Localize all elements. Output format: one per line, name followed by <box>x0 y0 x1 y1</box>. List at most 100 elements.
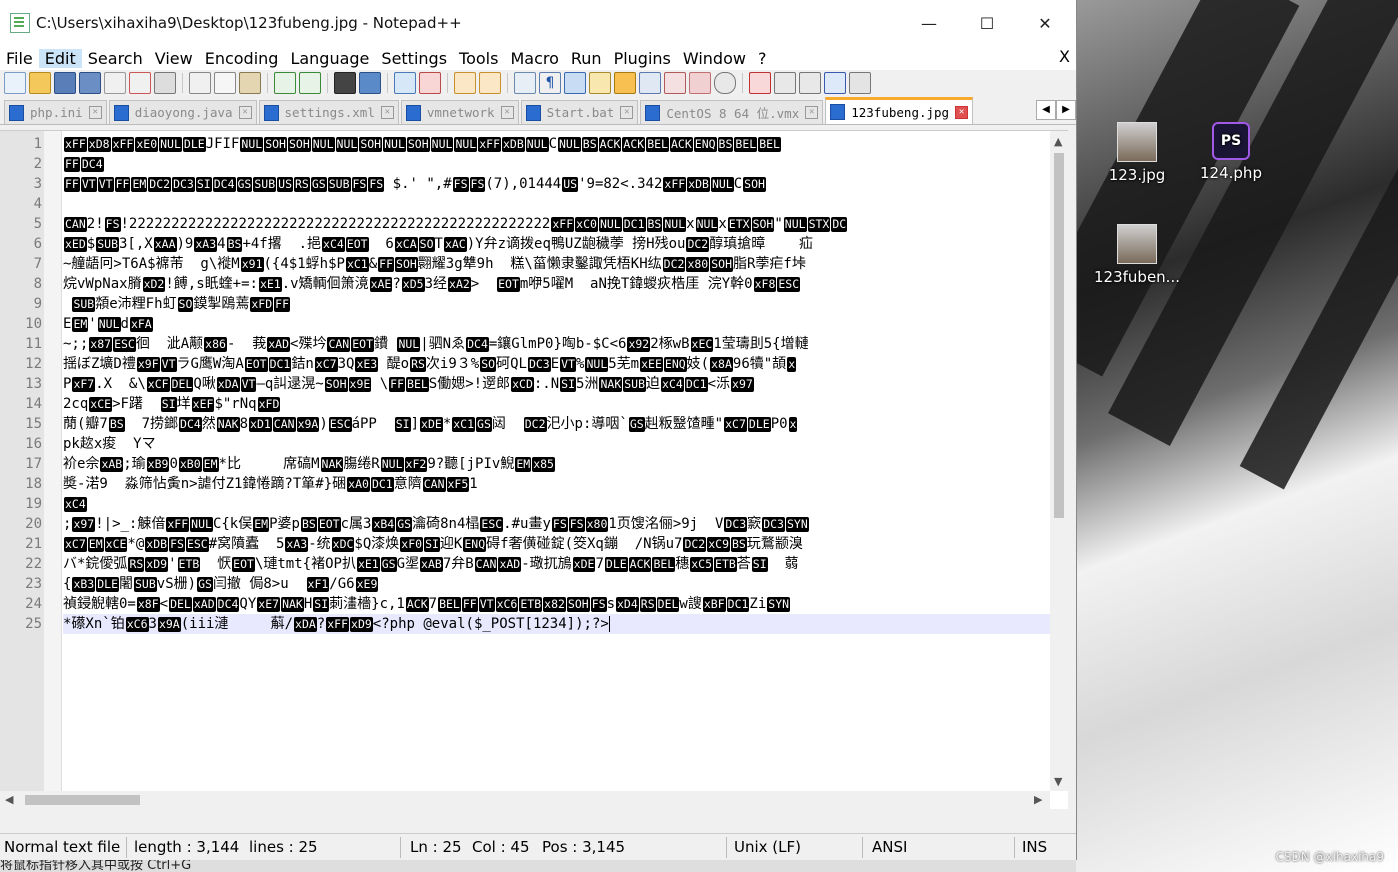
code-line[interactable]: 衸e佘 xAB;瑜 xB90 xB0 EM*比 席碻M NAK膓绻R NUL xF29?聽[j… <box>63 454 1050 474</box>
tab-close-icon[interactable]: ✕ <box>500 106 514 119</box>
desktop-icon-123jpg[interactable]: 123.jpg <box>1092 122 1182 184</box>
record-macro-icon[interactable] <box>749 72 771 94</box>
save-macro-icon[interactable] <box>849 72 871 94</box>
folder-as-workspace-icon[interactable] <box>664 72 686 94</box>
tab-scroll-left-icon[interactable]: ◀ <box>1036 100 1056 120</box>
code-line[interactable]: xC7 EM xCE*@ xDB FS ESC#窝隫蠹 5 xA3-统 xDC$Q漆焕 xF0 S… <box>63 534 1050 554</box>
run-macro-multiple-icon[interactable] <box>824 72 846 94</box>
tab-close-icon[interactable]: ✕ <box>620 106 634 119</box>
code-line[interactable]: 2cq xCE>F躇 SI垟 xEF$"rNq xFD <box>63 394 1050 414</box>
code-line[interactable]: {xB3 DLE闍 SUBvS栅) GS闫撤 侷8>u xF1/G6 xE9 <box>63 574 1050 594</box>
zoom-in-icon[interactable] <box>394 72 416 94</box>
redo-icon[interactable] <box>299 72 321 94</box>
code-line[interactable]: 揺ぼZ壙D禮 x9F VTラG鹰W淘A EOT DC1銡n xC73Q xE3 醍o RS次i… <box>63 354 1050 374</box>
code-line[interactable]: 禎鋟觬轄0= x8F< DEL xAD DC4QY xE7 NAKH SI莿澅檣}c,1 ACK… <box>63 594 1050 614</box>
tab-close-icon[interactable]: ✕ <box>238 106 252 119</box>
horizontal-scroll-thumb[interactable] <box>25 795 140 805</box>
print-icon[interactable] <box>154 72 176 94</box>
status-insert-mode[interactable]: INS <box>1022 838 1047 856</box>
scroll-up-icon[interactable]: ▲ <box>1054 135 1062 148</box>
code-line[interactable]: ~艟龉冋>T6A$褯芾 g\褷M x91({4$1蜉h$P xC1& FF SOH翾耀3… <box>63 254 1050 274</box>
menu-help[interactable]: ? <box>752 49 773 68</box>
tab-123fubeng-jpg[interactable]: 123fubeng.jpg ✕ <box>825 97 974 124</box>
indent-guide-icon[interactable] <box>564 72 586 94</box>
paste-icon[interactable] <box>239 72 261 94</box>
menu-file[interactable]: File <box>0 49 39 68</box>
tab-vmnetwork[interactable]: vmnetwork ✕ <box>400 100 519 124</box>
vertical-scroll-thumb[interactable] <box>1054 153 1064 518</box>
cut-icon[interactable] <box>189 72 211 94</box>
desktop-icon-123fubeng[interactable]: 123fuben... <box>1092 224 1182 286</box>
undo-icon[interactable] <box>274 72 296 94</box>
code-line[interactable]: バ*鋎僾弧 RS xD9' ETB 恹 EOT\璉tmt{褚OP扒 xE1 GSG埿 xAB7… <box>63 554 1050 574</box>
menu-run[interactable]: Run <box>565 49 608 68</box>
vertical-scrollbar[interactable]: ▲ ▼ <box>1050 131 1068 791</box>
code-line[interactable]: pk趑x痠 Yマ <box>63 434 1050 454</box>
menu-view[interactable]: View <box>149 49 199 68</box>
tab-close-icon[interactable]: ✕ <box>955 105 969 119</box>
code-line[interactable]: FF DC4 <box>63 154 1050 174</box>
close-all-icon[interactable] <box>129 72 151 94</box>
tab-close-icon[interactable]: ✕ <box>88 106 102 119</box>
menu-macro[interactable]: Macro <box>504 49 564 68</box>
editor-lines[interactable]: 1 xFF xD8 xFF xE0 NUL DLEJFIF NUL SOH SOH NUL NUL SO… <box>0 131 1050 791</box>
show-all-chars-icon[interactable]: ¶ <box>539 72 561 94</box>
menu-window[interactable]: Window <box>677 49 752 68</box>
play-macro-icon[interactable] <box>799 72 821 94</box>
menu-settings[interactable]: Settings <box>375 49 453 68</box>
code-line[interactable]: *礤Xn`铂 xC63 x9A(iii漣 蔛/xDA? xFF xD9<?php @ev… <box>63 614 1050 634</box>
scroll-down-icon[interactable]: ▼ <box>1054 775 1062 788</box>
menu-edit[interactable]: Edit <box>38 48 82 68</box>
save-icon[interactable] <box>54 72 76 94</box>
code-line[interactable]: PxF7.X &\ xCF DELQ啾 xDA VT—q訆逯滉~ SOH x9E \ FF BE… <box>63 374 1050 394</box>
code-line[interactable]: xFF xD8 xFF xE0 NUL DLEJFIF NUL SOH SOH NUL NUL SOH… <box>63 134 1050 154</box>
scroll-right-icon[interactable]: ▶ <box>1034 793 1042 806</box>
text-editor[interactable]: 1 xFF xD8 xFF xE0 NUL DLEJFIF NUL SOH SOH NUL NUL SO… <box>0 130 1068 809</box>
stop-macro-icon[interactable] <box>774 72 796 94</box>
code-line[interactable]: SUB頮e沛粴Fh虰 SO鏌掣鴎蔫 xFD FF <box>63 294 1050 314</box>
open-file-icon[interactable] <box>29 72 51 94</box>
close-document-icon[interactable]: X <box>1059 47 1070 66</box>
sync-vertical-icon[interactable] <box>454 72 476 94</box>
new-file-icon[interactable] <box>4 72 26 94</box>
code-line[interactable]: 蕑(瓣7 BS 7捞鎯 DC4然 NAK8 xD1 CAN x9A) ESCáPP SI] xD… <box>63 414 1050 434</box>
close-file-icon[interactable] <box>104 72 126 94</box>
close-button[interactable]: ✕ <box>1016 0 1074 46</box>
tab-centos-vmx[interactable]: CentOS 8 64 位.vmx ✕ <box>640 100 824 124</box>
tab-diaoyong-java[interactable]: diaoyong.java ✕ <box>108 100 257 124</box>
status-eol[interactable]: Unix (LF) <box>734 838 801 856</box>
tab-close-icon[interactable]: ✕ <box>380 106 394 119</box>
menu-tools[interactable]: Tools <box>453 49 504 68</box>
status-encoding[interactable]: ANSI <box>872 838 907 856</box>
code-line[interactable]: xED$ SUB3[,X xAA)9 xA34 BS+4f撂 .挹 xC4 EOT 6 xCA… <box>63 234 1050 254</box>
code-line[interactable]: E EM' NULd xFA <box>63 314 1050 334</box>
doc-map-icon[interactable] <box>614 72 636 94</box>
code-line[interactable]: ; x97!|>_:觫偣 xFF NULC{k俣 EMP婆p BS EOTc属3 xB4 GS瀹… <box>63 514 1050 534</box>
tab-scroll-right-icon[interactable]: ▶ <box>1056 100 1076 120</box>
code-line[interactable]: FF VT VT FF EM DC2 DC3 SI DC4 GS SUB US RS GS SUB FS FS … <box>63 174 1050 194</box>
code-line[interactable] <box>63 194 1050 214</box>
monitoring-icon[interactable] <box>714 72 736 94</box>
code-line[interactable]: ~;; x87 ESC徊 泚A颟 x86- 莪 xAD<殜坅 CAN EOT鐨 NUL|驷N… <box>63 334 1050 354</box>
document-list-icon[interactable] <box>689 72 711 94</box>
scroll-left-icon[interactable]: ◀ <box>5 793 13 806</box>
tab-close-icon[interactable]: ✕ <box>805 106 819 119</box>
menu-plugins[interactable]: Plugins <box>608 49 677 68</box>
horizontal-scrollbar[interactable]: ◀ ▶ <box>0 791 1050 809</box>
tab-php-ini[interactable]: php.ini ✕ <box>4 100 107 124</box>
menu-language[interactable]: Language <box>284 49 375 68</box>
title-bar[interactable]: C:\Users\xihaxiha9\Desktop\123fubeng.jpg… <box>0 0 1076 46</box>
menu-encoding[interactable]: Encoding <box>199 49 285 68</box>
sync-horizontal-icon[interactable] <box>479 72 501 94</box>
function-list-icon[interactable] <box>639 72 661 94</box>
tab-start-bat[interactable]: Start.bat ✕ <box>520 100 639 124</box>
desktop-icon-124php[interactable]: PS 124.php <box>1186 122 1276 182</box>
code-line[interactable]: CAN2! FS!22222222222222222222222222222222… <box>63 214 1050 234</box>
find-icon[interactable] <box>334 72 356 94</box>
tab-settings-xml[interactable]: settings.xml ✕ <box>258 100 399 124</box>
maximize-button[interactable]: ☐ <box>958 0 1016 46</box>
word-wrap-icon[interactable] <box>514 72 536 94</box>
menu-search[interactable]: Search <box>82 49 149 68</box>
minimize-button[interactable]: — <box>900 0 958 46</box>
zoom-out-icon[interactable] <box>419 72 441 94</box>
